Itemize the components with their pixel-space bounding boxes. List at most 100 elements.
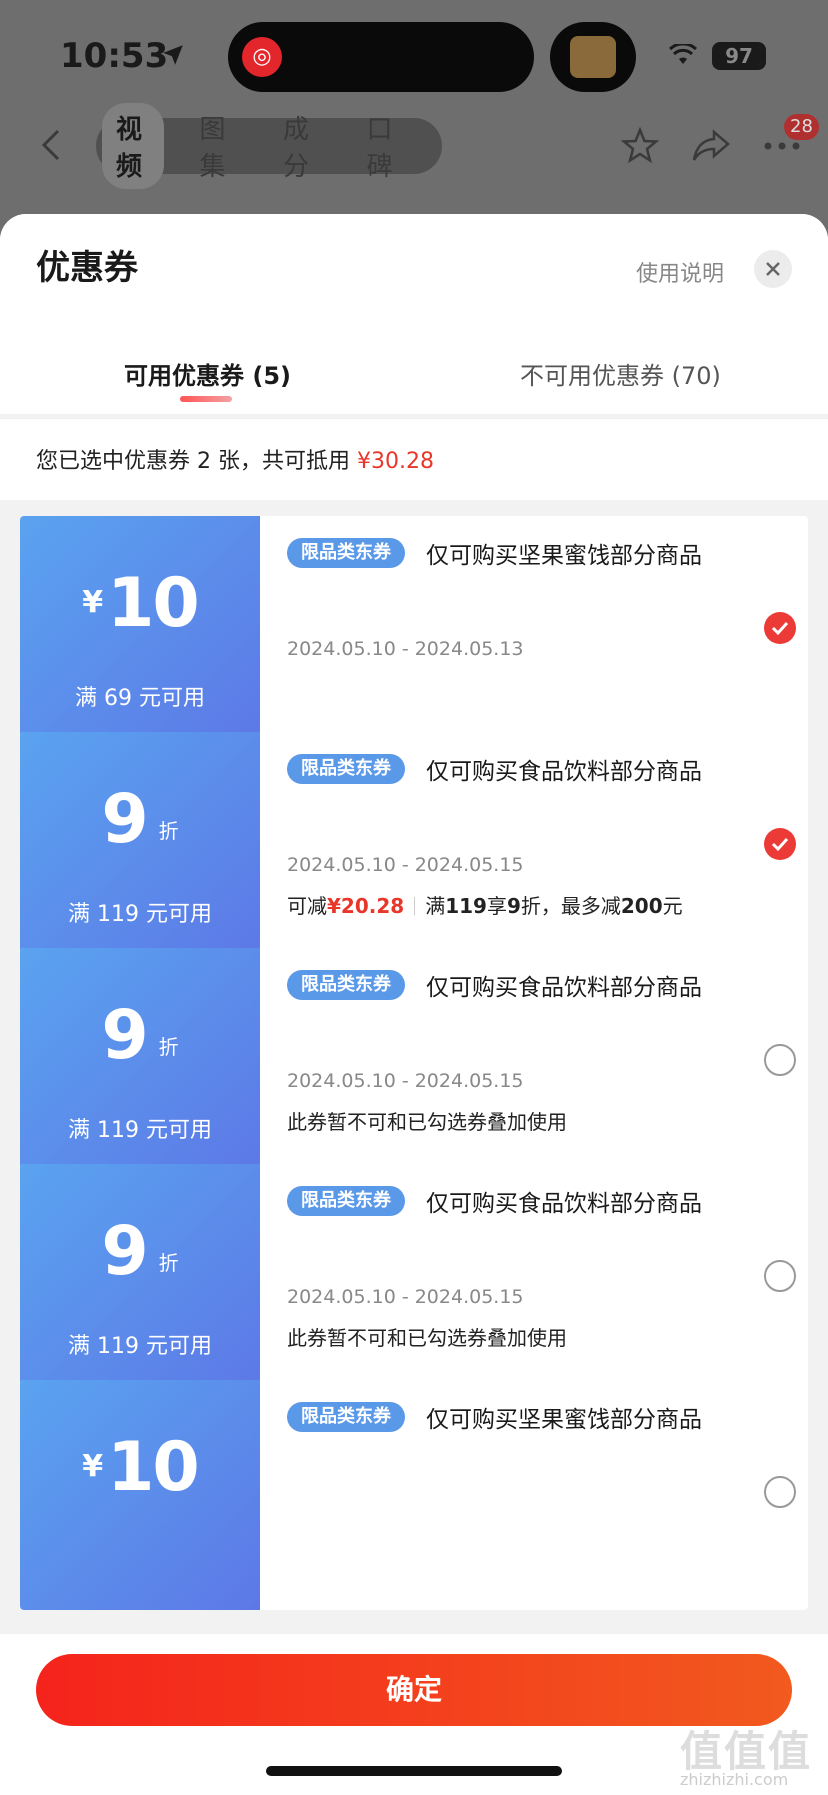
coupon-savings-detail: 可减¥20.28 满119享9折，最多减200元 [287,890,683,919]
more-icon[interactable] [762,140,802,152]
product-nav: 视频 图集 成分 口碑 28 [0,103,828,189]
summary-prefix: 您已选中优惠券 2 张，共可抵用 [36,449,357,474]
message-count-badge: 28 [784,114,819,140]
watermark-url: zhizhizhi.com [680,1770,789,1789]
coupon-value: 9折 [20,1212,260,1291]
coupon-value-panel: ¥10 满 69 元可用 [20,516,260,746]
discount-unit: 折 [158,1035,179,1059]
checkmark-icon [771,837,789,852]
rule-text: 折，最多减 [520,894,621,918]
sheet-header: 优惠券 使用说明 可用优惠券 (5) 不可用优惠券 (70) [0,214,828,414]
rule-text: 享 [486,894,507,918]
coupon-value-panel: 9折 满 119 元可用 [20,732,260,962]
detail-divider [414,897,416,915]
confirm-button[interactable]: 确定 [36,1654,792,1726]
coupon-checkbox-unchecked[interactable] [764,1044,796,1076]
coupon-value: 9折 [20,780,260,859]
yen-symbol: ¥ [82,585,104,620]
coupon-min-spend: 满 69 元可用 [75,686,205,711]
coupon-checkbox-checked[interactable] [764,612,796,644]
active-tab-indicator [180,396,232,402]
home-indicator[interactable] [266,1766,562,1776]
coupon-value: ¥10 [20,1428,260,1507]
coupon-card[interactable]: 9折 满 119 元可用 限品类东券 仅可购买食品饮料部分商品 2024.05.… [20,948,808,1178]
coupon-value-panel: ¥10 [20,1380,260,1610]
discount-unit: 折 [158,1251,179,1275]
coupon-value: ¥10 [20,564,260,643]
battery-indicator: 97 [712,42,766,70]
coupon-checkbox-unchecked[interactable] [764,1476,796,1508]
coupon-validity-dates: 2024.05.10 - 2024.05.15 [287,854,524,876]
coupon-scope: 仅可购买食品饮料部分商品 [426,975,702,1001]
location-arrow-icon [163,45,183,65]
checkmark-icon [771,621,789,636]
tab-unavailable-coupons[interactable]: 不可用优惠券 (70) [520,356,721,391]
coupon-scope: 仅可购买坚果蜜饯部分商品 [426,1407,702,1433]
coupon-type-tag: 限品类东券 [287,970,405,1000]
coupon-checkbox-unchecked[interactable] [764,1260,796,1292]
coupon-scope: 仅可购买食品饮料部分商品 [426,759,702,785]
coupon-validity-dates: 2024.05.10 - 2024.05.13 [287,638,524,660]
coupon-stacking-note: 此券暂不可和已勾选券叠加使用 [287,1326,567,1350]
yen-symbol: ¥ [82,1449,104,1484]
coupon-card[interactable]: 9折 满 119 元可用 限品类东券 仅可购买食品饮料部分商品 2024.05.… [20,1164,808,1394]
discount-unit: 折 [158,819,179,843]
coupon-scope: 仅可购买坚果蜜饯部分商品 [426,543,702,569]
coupon-scope: 仅可购买食品饮料部分商品 [426,1191,702,1217]
close-button[interactable] [754,250,792,288]
close-icon [766,262,780,276]
coupon-type-tag: 限品类东券 [287,1186,405,1216]
savings-amount: ¥20.28 [327,894,405,918]
coupon-discount: 9 [101,996,148,1075]
share-icon[interactable] [690,126,732,166]
tab-available-coupons[interactable]: 可用优惠券 (5) [124,356,291,391]
coupon-amount: 10 [107,564,200,643]
back-chevron-icon[interactable] [36,128,66,162]
coupon-min-spend: 满 119 元可用 [68,1334,212,1359]
live-activity-thumbnail [570,36,616,78]
coupon-type-tag: 限品类东券 [287,538,405,568]
netease-music-icon[interactable]: ◎ [242,37,282,77]
tab-ingredients[interactable]: 成分 [269,103,331,189]
rule-text: 满 [425,894,446,918]
tab-video[interactable]: 视频 [102,103,164,189]
rule-threshold: 119 [445,894,487,918]
status-bar: 10:53 ◎ 97 [0,0,828,110]
tab-gallery[interactable]: 图集 [186,103,248,189]
coupon-value-panel: 9折 满 119 元可用 [20,948,260,1178]
selection-summary: 您已选中优惠券 2 张，共可抵用 ¥30.28 [0,418,828,500]
coupon-validity-dates: 2024.05.10 - 2024.05.15 [287,1286,524,1308]
coupon-amount: 10 [107,1428,200,1507]
coupon-type-tag: 限品类东券 [287,754,405,784]
summary-text: 您已选中优惠券 2 张，共可抵用 ¥30.28 [36,443,434,475]
rule-discount: 9 [506,894,521,918]
coupon-min-spend: 满 119 元可用 [68,1118,212,1143]
sheet-footer: 确定 值值值 zhizhizhi.com [0,1634,828,1795]
tab-reviews[interactable]: 口碑 [353,103,415,189]
coupon-validity-dates: 2024.05.10 - 2024.05.15 [287,1070,524,1092]
status-time: 10:53 [60,36,169,76]
coupon-value: 9折 [20,996,260,1075]
coupon-checkbox-checked[interactable] [764,828,796,860]
coupon-card[interactable]: 9折 满 119 元可用 限品类东券 仅可购买食品饮料部分商品 2024.05.… [20,732,808,962]
media-tabs: 视频 图集 成分 口碑 [96,103,442,189]
coupon-min-spend: 满 119 元可用 [68,902,212,927]
savings-prefix: 可减 [287,894,327,918]
coupon-card[interactable]: ¥10 满 69 元可用 限品类东券 仅可购买坚果蜜饯部分商品 2024.05.… [20,516,808,746]
wifi-icon [668,44,698,64]
coupon-discount: 9 [101,780,148,859]
usage-help-link[interactable]: 使用说明 [636,256,724,288]
coupon-stacking-note: 此券暂不可和已勾选券叠加使用 [287,1110,567,1134]
live-activity[interactable] [550,22,636,92]
star-icon[interactable] [620,126,660,166]
rule-text: 元 [662,894,683,918]
coupon-discount: 9 [101,1212,148,1291]
rule-max: 200 [620,894,663,918]
sheet-title: 优惠券 [36,248,138,288]
dynamic-island[interactable]: ◎ [228,22,534,92]
coupon-type-tag: 限品类东券 [287,1402,405,1432]
coupon-card[interactable]: ¥10 限品类东券 仅可购买坚果蜜饯部分商品 [20,1380,808,1610]
coupon-value-panel: 9折 满 119 元可用 [20,1164,260,1394]
coupon-sheet: 优惠券 使用说明 可用优惠券 (5) 不可用优惠券 (70) 您已选中优惠券 2… [0,214,828,1795]
summary-amount: ¥30.28 [356,449,434,474]
